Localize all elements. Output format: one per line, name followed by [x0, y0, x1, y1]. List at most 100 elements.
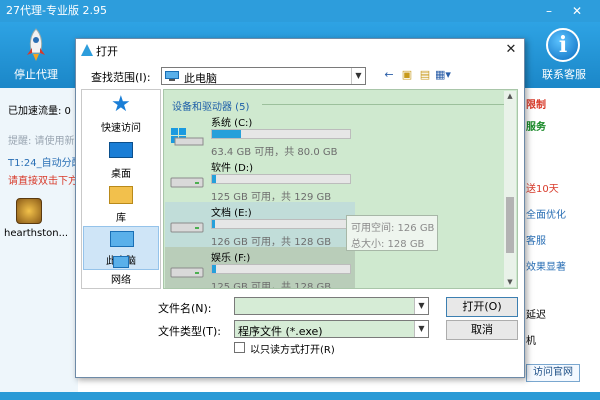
accelerated-traffic: 已加速流量: 0 [8, 106, 71, 117]
drive-name: 文档 (E:) [211, 208, 252, 219]
right-link[interactable]: 效果显著 [526, 258, 566, 273]
right-link[interactable]: 限制 [526, 96, 546, 111]
file-list[interactable]: 设备和驱动器 (5) 系统 (C:) 63.4 GB 可用，共 80.0 GB … [163, 89, 518, 289]
scroll-down-icon[interactable]: ▼ [504, 277, 516, 287]
star-icon: ★ [111, 92, 131, 117]
place-network[interactable]: 网络 [83, 256, 159, 288]
desktop-icon [109, 142, 133, 158]
place-libraries[interactable]: 库 [83, 182, 159, 226]
look-in-row: 查找范围(I): 此电脑 ▼ ← ▣ ▤ ▦▾ [76, 63, 524, 89]
app-titlebar: 27代理-专业版 2.95 – ✕ [0, 0, 600, 22]
look-in-value: 此电脑 [184, 72, 217, 85]
back-icon[interactable]: ← [381, 67, 397, 83]
contact-support-label: 联系客服 [542, 68, 586, 81]
hard-drive-icon [170, 222, 204, 233]
app-title: 27代理-专业版 2.95 [6, 4, 107, 17]
place-label: 库 [116, 213, 126, 224]
tooltip-total-size: 总大小: 128 GB [351, 239, 425, 250]
minimize-icon[interactable]: – [538, 0, 560, 22]
network-icon [113, 256, 129, 268]
drive-usage-bar [211, 129, 351, 139]
drive-usage-bar [211, 264, 351, 274]
new-folder-icon[interactable]: ▤ [417, 67, 433, 83]
right-link[interactable]: 客服 [526, 232, 546, 247]
info-icon: i [546, 28, 580, 62]
drive-item[interactable]: 系统 (C:) 63.4 GB 可用，共 80.0 GB [165, 112, 355, 158]
filename-input[interactable] [234, 297, 429, 315]
game-icon[interactable] [16, 198, 42, 224]
game-label[interactable]: hearthston... [4, 228, 68, 239]
drive-info: 63.4 GB 可用，共 80.0 GB [211, 147, 338, 158]
tip-text: 提醒: 请使用新 [8, 136, 75, 147]
status-text: T1:24_自动分配 [8, 158, 82, 169]
place-desktop[interactable]: 桌面 [83, 138, 159, 182]
drive-name: 软件 (D:) [211, 163, 254, 174]
right-link[interactable]: 全面优化 [526, 206, 566, 221]
look-in-label: 查找范围(I): [91, 71, 151, 84]
right-link[interactable]: 送10天 [526, 180, 559, 195]
tooltip-free-space: 可用空间: 126 GB [351, 223, 435, 234]
right-link[interactable]: 延迟 [526, 306, 546, 321]
drive-usage-bar [211, 219, 351, 229]
open-button[interactable]: 打开(O) [446, 297, 518, 317]
places-bar: ★ 快速访问 桌面 库 此电脑 网络 [81, 89, 161, 289]
up-folder-icon[interactable]: ▣ [399, 67, 415, 83]
group-divider [262, 104, 507, 105]
drive-name: 系统 (C:) [211, 118, 253, 129]
right-link[interactable]: 机 [526, 332, 536, 347]
drive-usage-fill [212, 130, 241, 138]
group-header[interactable]: 设备和驱动器 (5) [172, 98, 249, 113]
look-in-select[interactable]: 此电脑 ▼ [161, 67, 366, 85]
dialog-titlebar: 打开 ✕ [76, 39, 524, 61]
scrollbar-thumb[interactable] [506, 197, 514, 253]
windows-drive-icon [171, 128, 204, 146]
app-right-panel: 限制 服务 送10天 全面优化 客服 效果显著 延迟 机 [520, 88, 600, 392]
readonly-checkbox[interactable] [234, 342, 245, 353]
visit-site-button[interactable]: 访问官网 [526, 364, 580, 382]
filename-dropdown-icon[interactable]: ▼ [414, 298, 428, 314]
close-icon[interactable]: ✕ [566, 0, 588, 22]
drive-usage-bar [211, 174, 351, 184]
place-label: 网络 [111, 275, 131, 286]
file-list-scrollbar[interactable]: ▲ ▼ [504, 91, 516, 287]
drive-usage-fill [212, 220, 215, 228]
stop-proxy-label: 停止代理 [14, 68, 58, 81]
readonly-label: 以只读方式打开(R) [250, 345, 335, 356]
cancel-button[interactable]: 取消 [446, 320, 518, 340]
hint-text: 请直接双击下方 [8, 176, 78, 187]
drive-info: 125 GB 可用，共 129 GB [211, 192, 332, 203]
filetype-select[interactable]: 程序文件 (*.exe) [234, 320, 429, 338]
drive-usage-fill [212, 265, 216, 273]
place-quick-access[interactable]: ★ 快速访问 [83, 92, 159, 136]
app-bottom-bar [0, 392, 600, 400]
drive-item[interactable]: 软件 (D:) 125 GB 可用，共 129 GB [165, 157, 355, 203]
library-icon [109, 186, 133, 204]
place-label: 快速访问 [101, 123, 141, 134]
filetype-dropdown-icon[interactable]: ▼ [414, 321, 428, 337]
drive-info: 125 GB 可用，共 128 GB [211, 282, 332, 289]
right-link[interactable]: 服务 [526, 118, 546, 133]
contact-support-button[interactable]: i 联系客服 [534, 26, 594, 86]
app-icon [81, 44, 93, 56]
filename-label: 文件名(N): [158, 302, 212, 315]
open-file-dialog: 打开 ✕ 查找范围(I): 此电脑 ▼ ← ▣ ▤ ▦▾ ★ 快速访问 桌面 库 [75, 38, 525, 378]
filetype-label: 文件类型(T): [158, 325, 222, 338]
view-menu-icon[interactable]: ▦▾ [435, 67, 451, 83]
drive-info: 126 GB 可用，共 128 GB [211, 237, 332, 248]
computer-icon [110, 231, 134, 247]
app-left-panel: 已加速流量: 0 提醒: 请使用新 T1:24_自动分配 请直接双击下方 hea… [0, 88, 82, 392]
dialog-close-icon[interactable]: ✕ [502, 41, 520, 59]
chevron-down-icon[interactable]: ▼ [351, 68, 365, 84]
drive-item[interactable]: 娱乐 (F:) 125 GB 可用，共 128 GB [165, 247, 355, 289]
place-label: 桌面 [111, 169, 131, 180]
drive-tooltip: 可用空间: 126 GB 总大小: 128 GB [346, 215, 438, 251]
hard-drive-icon [170, 177, 204, 188]
rocket-icon [27, 28, 45, 61]
hard-drive-icon [170, 267, 204, 278]
drive-usage-fill [212, 175, 216, 183]
drive-item[interactable]: 文档 (E:) 126 GB 可用，共 128 GB [165, 202, 355, 248]
filetype-value: 程序文件 (*.exe) [238, 325, 323, 338]
scroll-up-icon[interactable]: ▲ [504, 91, 516, 101]
stop-proxy-button[interactable]: 停止代理 [6, 26, 66, 86]
dialog-title: 打开 [96, 45, 118, 58]
